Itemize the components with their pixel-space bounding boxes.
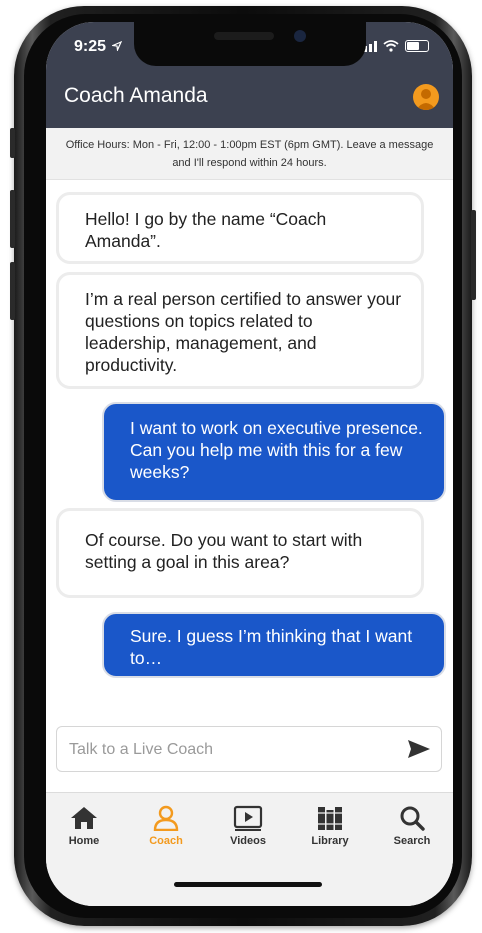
volume-up-button (10, 190, 15, 248)
location-arrow-icon (111, 40, 123, 53)
message-input[interactable] (67, 727, 391, 773)
earpiece-speaker (214, 32, 274, 40)
home-indicator[interactable] (174, 882, 322, 887)
bottom-tab-bar: Home Coach Videos Library Search (46, 792, 453, 906)
user-message: Sure. I guess I’m thinking that I want t… (102, 612, 446, 678)
notch (134, 22, 366, 66)
tab-label: Home (68, 835, 100, 847)
status-icons (359, 40, 429, 52)
tab-label: Search (393, 835, 431, 847)
tab-label: Library (311, 835, 349, 847)
phone-screen: 9:25 Coach Amanda Office Hours: Mon - Fr… (46, 22, 453, 906)
user-message: I want to work on executive presence. Ca… (102, 402, 446, 502)
tab-home[interactable]: Home (50, 805, 118, 847)
coach-icon (153, 805, 179, 831)
front-camera (294, 30, 306, 42)
wifi-icon (383, 40, 399, 52)
silent-switch (10, 128, 15, 158)
tab-search[interactable]: Search (378, 805, 446, 847)
tab-videos[interactable]: Videos (214, 805, 282, 847)
tab-coach[interactable]: Coach (132, 805, 200, 847)
power-button (471, 210, 476, 300)
office-hours-notice: Office Hours: Mon - Fri, 12:00 - 1:00pm … (46, 128, 453, 180)
coach-message: Hello! I go by the name “Coach Amanda”. (56, 192, 424, 264)
status-time: 9:25 (74, 38, 123, 56)
tab-library[interactable]: Library (296, 805, 364, 847)
videos-icon (233, 805, 263, 831)
tab-label: Videos (230, 835, 266, 847)
user-avatar-icon (416, 89, 436, 110)
message-list: Hello! I go by the name “Coach Amanda”. … (46, 180, 453, 720)
search-icon (400, 806, 425, 831)
profile-avatar-button[interactable] (413, 84, 439, 110)
page-title: Coach Amanda (64, 84, 208, 107)
message-composer (56, 726, 442, 773)
home-icon (71, 807, 97, 829)
tab-label: Coach (149, 835, 183, 847)
coach-message: I’m a real person certified to answer yo… (56, 272, 424, 389)
coach-message: Of course. Do you want to start with set… (56, 508, 424, 598)
volume-down-button (10, 262, 15, 320)
send-icon[interactable] (407, 739, 431, 759)
library-icon (318, 807, 342, 830)
battery-icon (405, 40, 429, 52)
